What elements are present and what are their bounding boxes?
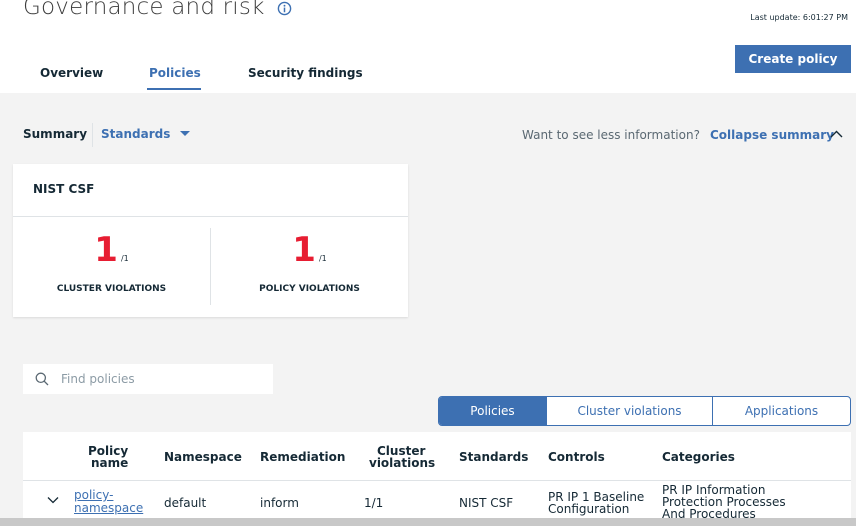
- card-title: NIST CSF: [33, 182, 95, 196]
- card-divider: [13, 216, 408, 217]
- info-icon[interactable]: [277, 1, 292, 16]
- view-toggle-cluster-violations[interactable]: Cluster violations: [547, 397, 713, 425]
- search-input[interactable]: [61, 364, 269, 394]
- controls-cell-line2: Configuration: [548, 502, 630, 516]
- column-header-controls[interactable]: Controls: [548, 451, 605, 463]
- table-header-row: Policy name Namespace Remediation Cluste…: [23, 432, 851, 481]
- policy-name-link-line2[interactable]: namespace: [74, 502, 143, 514]
- policy-violations-count: 1: [292, 230, 316, 270]
- cluster-violations-label: CLUSTER VIOLATIONS: [56, 284, 167, 294]
- policy-violations-label: POLICY VIOLATIONS: [259, 284, 360, 294]
- cluster-violations-cell: 1/1: [364, 496, 384, 510]
- standard-summary-card: NIST CSF 1/1 CLUSTER VIOLATIONS 1/1 POLI…: [13, 164, 408, 317]
- standards-dropdown-value: Standards: [101, 127, 171, 141]
- standards-dropdown[interactable]: Standards: [101, 127, 191, 141]
- column-header-categories[interactable]: Categories: [662, 451, 735, 463]
- create-policy-button[interactable]: Create policy: [735, 45, 851, 73]
- policy-name-link[interactable]: policy-: [74, 489, 113, 501]
- page-header: Governance and risk Last update: 6:01:27…: [0, 0, 856, 93]
- view-toggle-policies[interactable]: Policies: [439, 397, 547, 425]
- summary-hint-text: Want to see less information?: [522, 128, 700, 142]
- metric-value-row: 1/1: [211, 230, 408, 270]
- policy-violations-total: /1: [318, 254, 327, 263]
- cluster-violations-count: 1: [94, 230, 118, 270]
- tab-policies[interactable]: Policies: [149, 66, 201, 80]
- column-header-namespace[interactable]: Namespace: [164, 451, 242, 463]
- view-toggle-applications[interactable]: Applications: [713, 397, 850, 425]
- remediation-cell: inform: [260, 496, 299, 510]
- cluster-violations-total: /1: [120, 254, 129, 263]
- active-tab-indicator: [147, 88, 201, 90]
- summary-label: Summary: [23, 127, 88, 141]
- chevron-up-icon[interactable]: [830, 129, 843, 139]
- metric-value-row: 1/1: [13, 230, 210, 270]
- search-icon: [35, 372, 49, 386]
- page-title: Governance and risk: [23, 0, 265, 20]
- column-header-standards[interactable]: Standards: [459, 451, 528, 463]
- column-header-remediation[interactable]: Remediation: [260, 451, 345, 463]
- standards-cell: NIST CSF: [459, 496, 514, 510]
- policy-search: [23, 364, 273, 394]
- last-update-timestamp: Last update: 6:01:27 PM: [750, 13, 848, 22]
- collapse-summary-link[interactable]: Collapse summary: [710, 128, 834, 142]
- tab-security-findings[interactable]: Security findings: [248, 66, 363, 80]
- chevron-down-icon[interactable]: [47, 496, 59, 504]
- policies-table: Policy name Namespace Remediation Cluste…: [23, 432, 851, 526]
- view-toggle: Policies Cluster violations Applications: [438, 396, 851, 426]
- column-header-cluster-violations-line2: violations: [369, 456, 436, 470]
- summary-divider: [92, 123, 93, 147]
- horizontal-scrollbar[interactable]: [0, 518, 856, 526]
- chevron-down-icon: [180, 131, 191, 136]
- tab-overview[interactable]: Overview: [40, 66, 103, 80]
- column-header-policy-name-line2: name: [91, 456, 129, 470]
- namespace-cell: default: [164, 496, 207, 510]
